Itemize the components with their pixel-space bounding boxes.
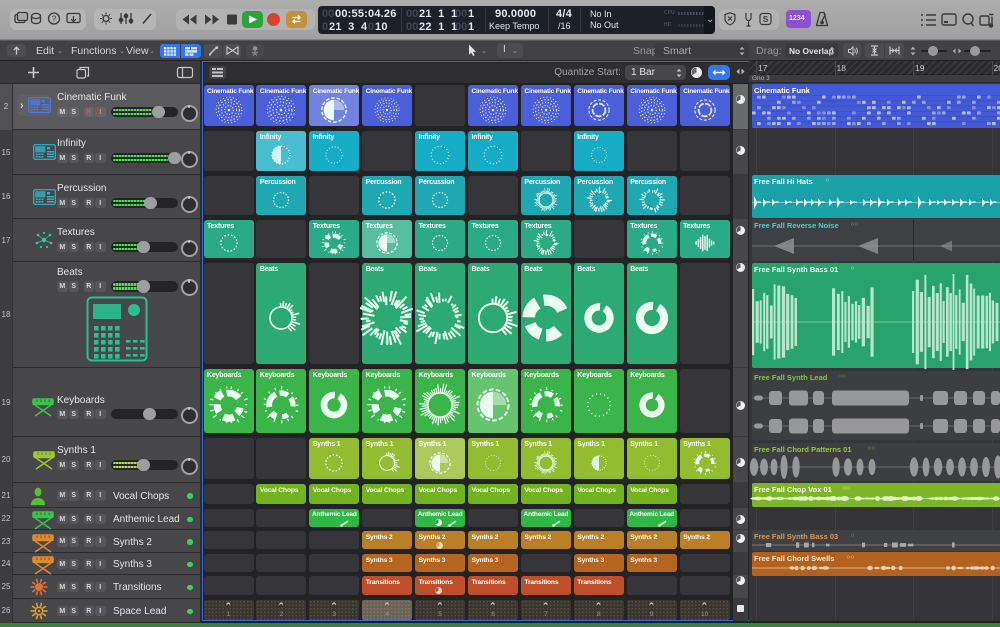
svg-text:?: ? [52,14,57,23]
svg-text:S: S [763,14,769,24]
